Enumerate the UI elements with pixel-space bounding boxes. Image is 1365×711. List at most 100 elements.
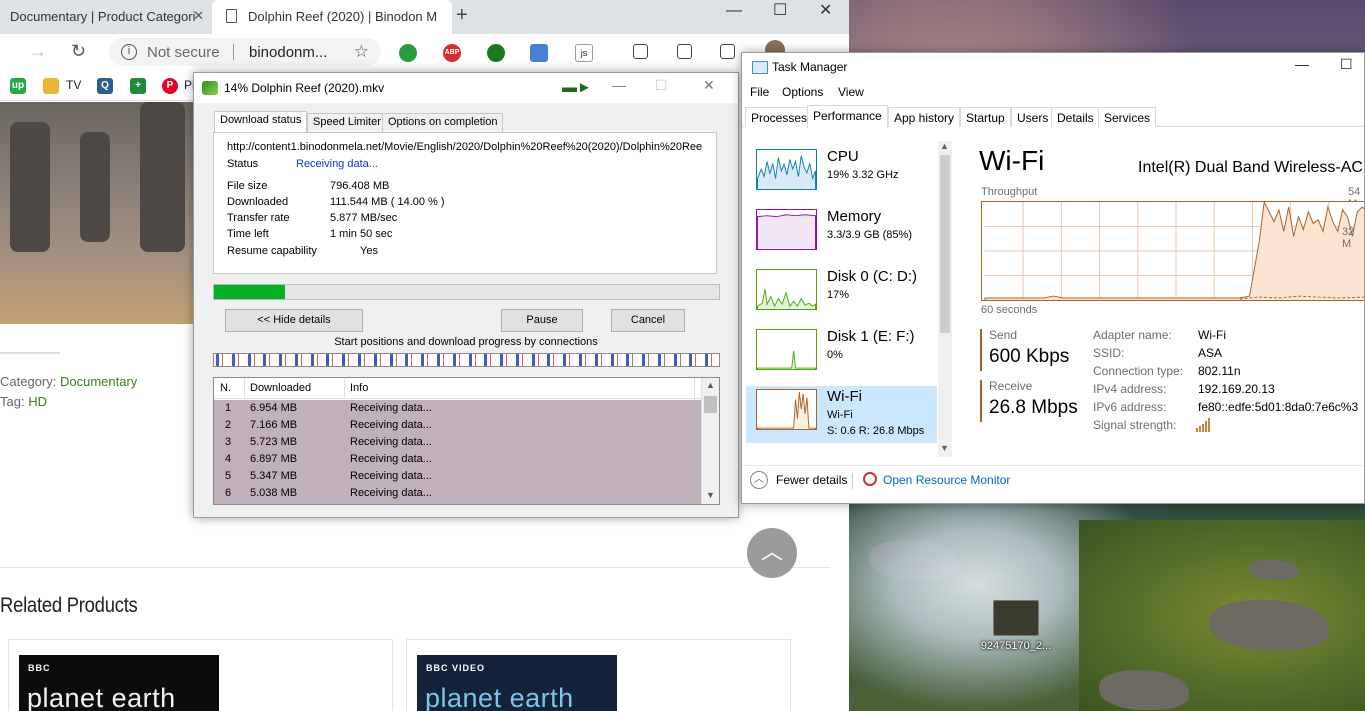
minimize-icon[interactable]: —	[612, 77, 626, 93]
folder-icon[interactable]	[43, 78, 59, 94]
column-header-n[interactable]: N.	[220, 382, 231, 394]
wifi-mini-graph	[756, 389, 817, 430]
bookmark-tv[interactable]: TV	[66, 78, 81, 92]
chevron-up-icon[interactable]: ︿	[750, 471, 768, 489]
tab-details[interactable]: Details	[1051, 107, 1100, 127]
fewer-details-button[interactable]: Fewer details	[776, 473, 847, 487]
extension-green-icon[interactable]	[487, 44, 505, 62]
upwork-bookmark-icon[interactable]: up	[10, 78, 26, 94]
cancel-button[interactable]: Cancel	[611, 309, 685, 332]
download-status-panel: http://content1.binodonmela.net/Movie/En…	[213, 132, 717, 274]
address-bar[interactable]: i Not secure binodonm... ☆	[109, 38, 381, 66]
tab-app-history[interactable]: App history	[888, 107, 961, 127]
share-icon[interactable]	[720, 44, 735, 59]
task-manager-titlebar[interactable]: Task Manager — ☐	[742, 53, 1364, 83]
status-value: Receiving data...	[296, 158, 378, 170]
adapter-title: Intel(R) Dual Band Wireless-AC 3	[1138, 159, 1365, 176]
disk1-mini-graph	[756, 329, 817, 370]
column-header-downloaded[interactable]: Downloaded	[250, 382, 311, 394]
connections-rows: 1 6.954 MB Receiving data... 2 7.166 MB Recei…	[214, 400, 701, 504]
connection-row[interactable]: 5 5.347 MB Receiving data...	[214, 468, 701, 485]
minimize-icon[interactable]: —	[1295, 56, 1309, 72]
receive-label: Receive	[989, 379, 1033, 393]
product-card[interactable]: BBC VIDEO planet earth	[406, 639, 791, 711]
connection-row[interactable]: 6 5.038 MB Receiving data...	[214, 485, 701, 502]
graph-mid-label: 32 M	[1342, 226, 1355, 250]
reload-icon[interactable]: ↻	[71, 41, 86, 62]
resource-disk-0[interactable]: Disk 0 (C: D:) 17%	[746, 266, 937, 323]
download-progress-dialog: 14% Dolphin Reef (2020).mkv ▬► — ☐ ✕ Dow…	[193, 72, 739, 518]
tab-download-status[interactable]: Download status	[214, 111, 308, 133]
connections-progress-bar	[213, 353, 720, 367]
cpu-mini-graph	[756, 149, 817, 190]
browser-tab-documentary[interactable]: Documentary | Product Categori ✕	[0, 0, 212, 34]
resource-monitor-icon	[863, 472, 877, 486]
tag-link[interactable]: HD	[28, 394, 47, 409]
maximize-icon[interactable]: ☐	[1340, 56, 1353, 73]
adblock-icon[interactable]: ABP	[443, 44, 461, 62]
ssid-value: ASA	[1198, 346, 1223, 360]
resource-disk-1[interactable]: Disk 1 (E: F:) 0%	[746, 326, 937, 383]
forward-icon[interactable]: →	[29, 41, 47, 62]
extension-globe-icon[interactable]	[399, 44, 417, 62]
task-manager-icon	[752, 61, 768, 74]
minimize-icon[interactable]: —	[726, 2, 742, 20]
connection-row[interactable]: 2 7.166 MB Receiving data...	[214, 417, 701, 434]
product-thumbnail[interactable]: BBC planet earth	[19, 655, 219, 711]
scroll-to-top-button[interactable]: ︿	[747, 528, 797, 578]
search-bookmark-icon[interactable]: Q	[97, 78, 113, 94]
vertical-scrollbar[interactable]: ▲ ▼	[701, 378, 719, 504]
resource-cpu[interactable]: CPU 19% 3.32 GHz	[746, 146, 937, 203]
translate-icon[interactable]	[530, 44, 548, 62]
desktop-icon-label: 92475170_2...	[980, 640, 1052, 652]
tab-title: Dolphin Reef (2020) | Binodon M	[248, 9, 438, 24]
open-resource-monitor-link[interactable]: Open Resource Monitor	[883, 473, 1010, 487]
tab-performance[interactable]: Performance	[807, 105, 888, 128]
close-tab-icon[interactable]: ✕	[193, 8, 204, 24]
browser-tab-dolphin-reef[interactable]: Dolphin Reef (2020) | Binodon M	[212, 0, 452, 34]
pause-button[interactable]: Pause	[501, 309, 583, 332]
close-icon[interactable]: ✕	[819, 0, 832, 20]
tab-speed-limiter[interactable]: Speed Limiter	[307, 113, 387, 132]
info-icon[interactable]: i	[121, 44, 137, 60]
hide-details-button[interactable]: << Hide details	[225, 309, 363, 332]
scroll-down-icon[interactable]: ▼	[940, 443, 949, 453]
pinterest-icon[interactable]: P	[162, 78, 178, 94]
bookmark-star-icon[interactable]: ☆	[354, 42, 369, 62]
js-extension-icon[interactable]: js	[575, 44, 593, 62]
collections-icon[interactable]	[677, 44, 692, 59]
resource-wifi[interactable]: Wi-Fi Wi-Fi S: 0.6 R: 26.8 Mbps	[746, 386, 937, 443]
green-bookmark-icon[interactable]: +	[130, 78, 146, 94]
menu-options[interactable]: Options	[782, 85, 823, 99]
product-card[interactable]: BBC planet earth	[8, 639, 393, 711]
desktop-file-icon[interactable]: 92475170_2...	[976, 600, 1056, 660]
reading-list-icon[interactable]	[633, 44, 648, 59]
tab-services[interactable]: Services	[1098, 107, 1157, 127]
menu-view[interactable]: View	[838, 85, 864, 99]
scroll-up-icon[interactable]: ▲	[940, 141, 949, 151]
resource-list-scrollbar[interactable]: ▲ ▼	[938, 141, 952, 457]
maximize-icon[interactable]: ☐	[773, 0, 787, 20]
tab-users[interactable]: Users	[1011, 107, 1055, 127]
dialog-titlebar[interactable]: 14% Dolphin Reef (2020).mkv ▬► — ☐ ✕	[194, 73, 738, 103]
connection-row[interactable]: 1 6.954 MB Receiving data...	[214, 400, 701, 417]
menu-file[interactable]: File	[750, 85, 769, 99]
table-header: N. Downloaded Info	[214, 378, 719, 399]
connection-row[interactable]: 4 6.897 MB Receiving data...	[214, 451, 701, 468]
resource-memory[interactable]: Memory 3.3/3.9 GB (85%)	[746, 206, 937, 263]
scroll-down-icon[interactable]: ▼	[706, 490, 715, 500]
tab-processes[interactable]: Processes	[745, 107, 814, 127]
connection-row[interactable]: 3 5.723 MB Receiving data...	[214, 434, 701, 451]
scroll-up-icon[interactable]: ▲	[706, 380, 715, 390]
tab-startup[interactable]: Startup	[960, 107, 1011, 127]
close-icon[interactable]: ✕	[703, 77, 715, 94]
url-text[interactable]: binodonm...	[249, 44, 327, 61]
resource-list: CPU 19% 3.32 GHz Memory 3.3/3.9 GB (85%)…	[742, 139, 952, 459]
tab-options-on-completion[interactable]: Options on completion	[382, 113, 504, 132]
task-manager-window: Task Manager — ☐ File Options View Proce…	[741, 52, 1365, 504]
connections-table: N. Downloaded Info 1 6.954 MB Receiving da…	[213, 377, 720, 505]
product-thumbnail[interactable]: BBC VIDEO planet earth	[417, 655, 617, 711]
new-tab-button[interactable]: +	[456, 4, 468, 27]
column-header-info[interactable]: Info	[350, 382, 368, 394]
category-link[interactable]: Documentary	[60, 374, 137, 389]
